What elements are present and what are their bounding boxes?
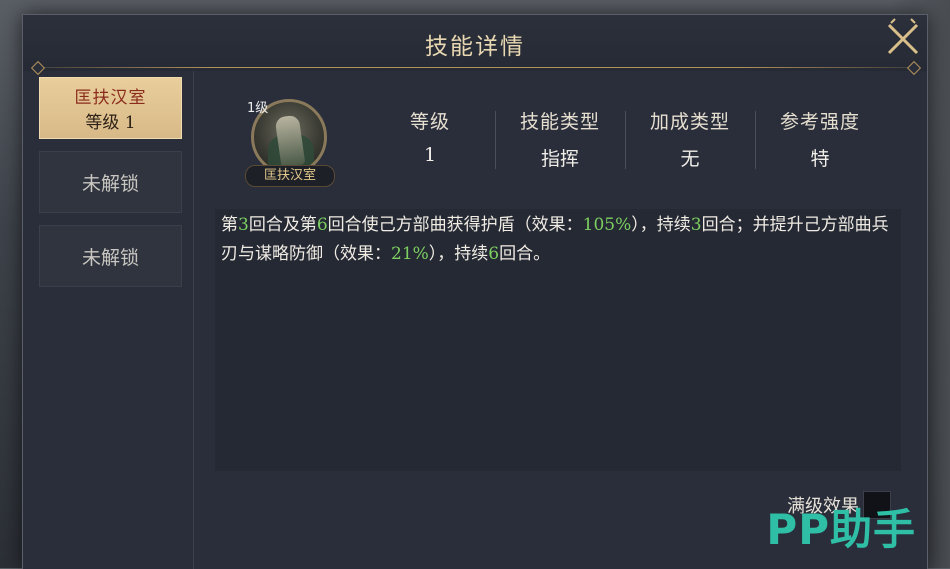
stat-value: 指挥 <box>540 148 579 170</box>
desc-text: 回合。 <box>499 244 551 264</box>
stat-level: 等级 1 <box>365 107 495 187</box>
desc-text: 回合使己方部曲获得护盾（效果： <box>327 215 583 235</box>
close-button[interactable] <box>881 17 925 61</box>
desc-number: 105% <box>582 215 632 235</box>
desc-text: 第 <box>221 215 238 235</box>
stat-value: 1 <box>423 144 437 166</box>
sidebar-item-level: 等级 1 <box>85 113 136 133</box>
desc-text: ），持续 <box>631 215 691 235</box>
desc-text: 回合及第 <box>248 215 317 235</box>
stat-bonus-type: 加成类型 无 <box>625 107 755 187</box>
skill-sidebar: 匡扶汉室 等级 1 未解锁 未解锁 <box>23 71 194 569</box>
desc-number: 3 <box>238 215 249 235</box>
sidebar-item-locked-2[interactable]: 未解锁 <box>39 225 182 287</box>
desc-number: 3 <box>690 215 702 235</box>
stat-value: 特 <box>810 148 830 170</box>
sidebar-item-label: 匡扶汉室 <box>74 88 147 108</box>
skill-stats: 等级 1 技能类型 指挥 加成类型 无 参考强度 特 <box>365 107 885 187</box>
header-divider <box>37 67 913 68</box>
sidebar-item-label: 未解锁 <box>81 172 139 195</box>
stat-reference-strength: 参考强度 特 <box>755 107 885 187</box>
close-icon <box>887 18 919 55</box>
skill-description: 第3回合及第6回合使己方部曲获得护盾（效果：105%），持续3回合；并提升己方部… <box>215 209 901 471</box>
desc-text: ），持续 <box>428 244 489 264</box>
skill-detail-dialog: 技能详情 匡扶汉室 等级 1 未解锁 未解锁 1级 匡扶汉室 等级 1 技能类型… <box>22 14 928 569</box>
stat-skill-type: 技能类型 指挥 <box>495 107 625 187</box>
watermark-logo: PP助手 <box>766 505 916 554</box>
dialog-header: 技能详情 <box>23 15 927 76</box>
sidebar-item-skill-1[interactable]: 匡扶汉室 等级 1 <box>39 77 182 139</box>
desc-number: 6 <box>488 244 500 264</box>
skill-level-badge: 1级 <box>247 101 269 116</box>
skill-content: 1级 匡扶汉室 等级 1 技能类型 指挥 加成类型 无 参考强度 特 第3回合及… <box>215 71 915 569</box>
desc-number: 21% <box>391 244 429 264</box>
stat-value: 无 <box>680 148 700 170</box>
sidebar-item-locked-1[interactable]: 未解锁 <box>39 151 182 213</box>
dialog-title: 技能详情 <box>425 34 525 60</box>
skill-avatar: 1级 匡扶汉室 <box>245 99 335 187</box>
stat-key: 加成类型 <box>649 111 730 133</box>
skill-name-plate: 匡扶汉室 <box>245 165 335 187</box>
stat-key: 参考强度 <box>779 111 860 133</box>
sidebar-item-label: 未解锁 <box>81 246 139 269</box>
stat-key: 等级 <box>409 111 450 133</box>
stat-key: 技能类型 <box>519 111 600 133</box>
desc-number: 6 <box>316 215 328 235</box>
